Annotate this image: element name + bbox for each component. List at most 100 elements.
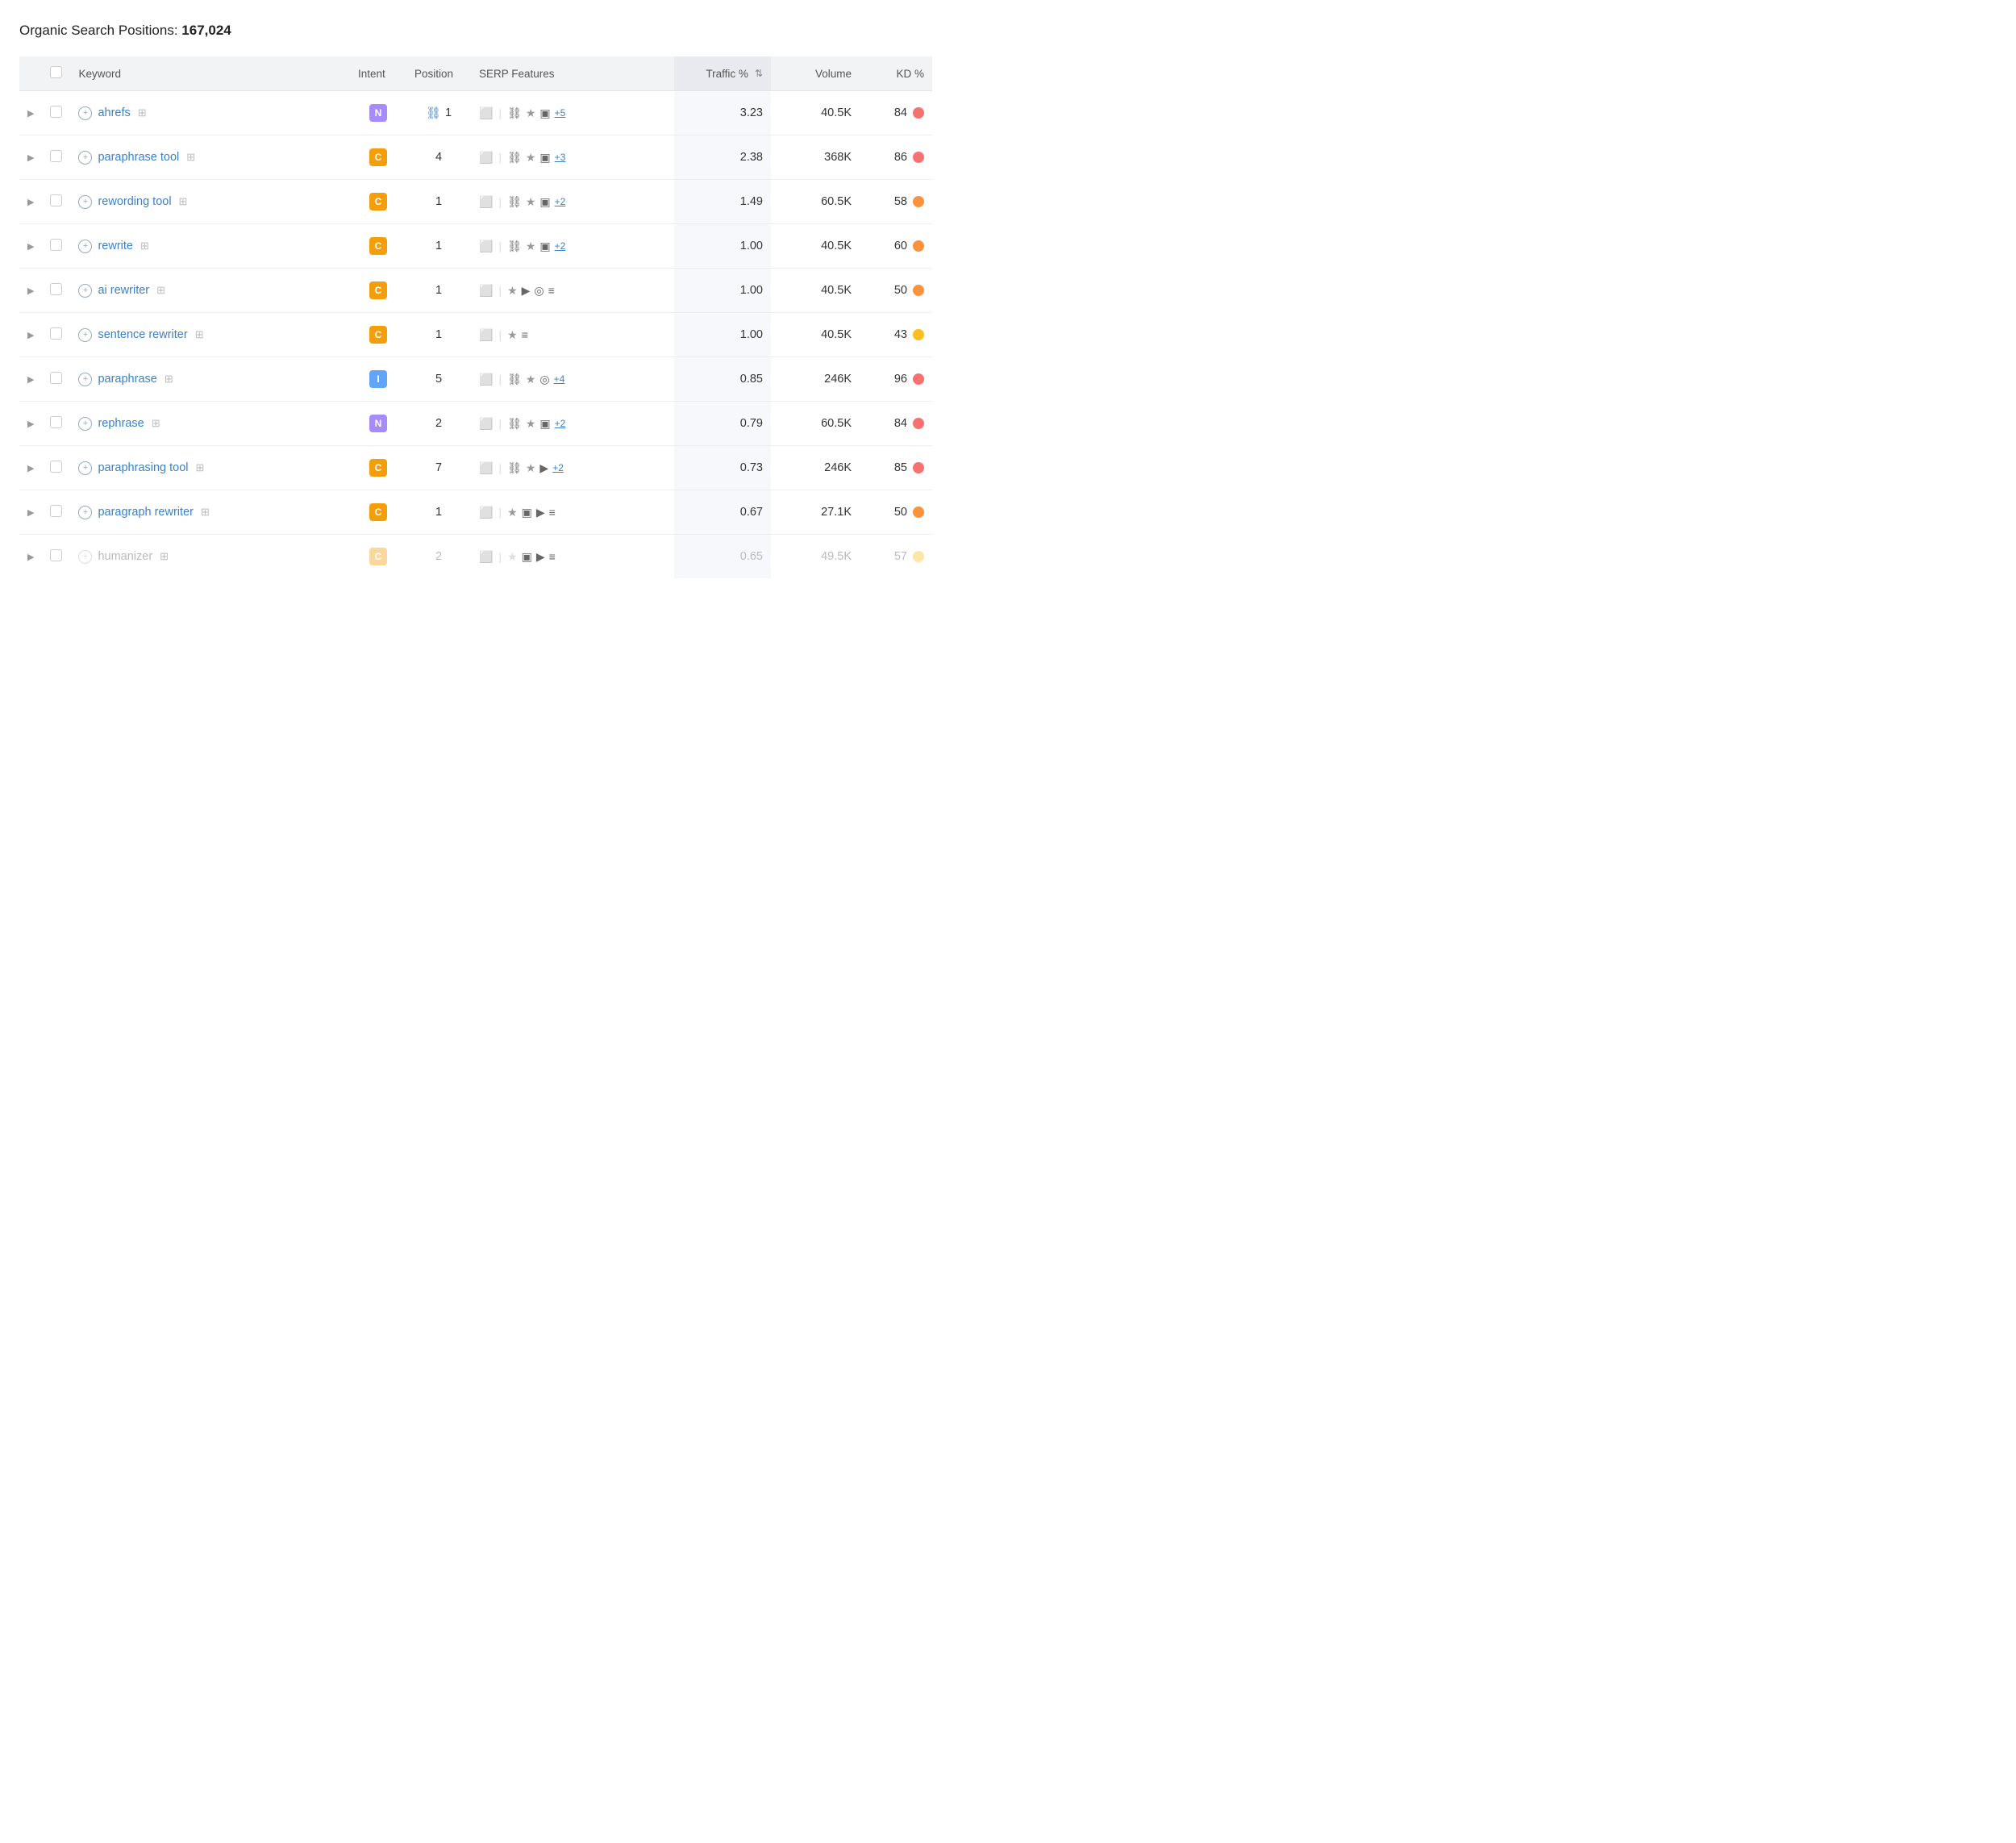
th-traffic[interactable]: Traffic % ⇅ <box>674 56 771 91</box>
traffic-value: 0.65 <box>740 550 763 563</box>
copy-icon[interactable]: ⊞ <box>152 417 160 430</box>
serp-more[interactable]: +2 <box>555 196 566 207</box>
volume-cell: 60.5K <box>771 402 860 446</box>
keyword-link[interactable]: rephrase <box>98 417 144 430</box>
row-checkbox[interactable] <box>50 327 62 340</box>
keyword-link[interactable]: paragraph rewriter <box>98 506 193 519</box>
expand-button[interactable]: ▶ <box>27 286 34 296</box>
position-value: 7 <box>435 461 442 474</box>
keyword-add-icon[interactable]: + <box>78 195 92 209</box>
traffic-value: 2.38 <box>740 151 763 164</box>
row-checkbox[interactable] <box>50 194 62 206</box>
serp-more[interactable]: +4 <box>554 373 565 385</box>
row-checkbox[interactable] <box>50 106 62 118</box>
copy-icon[interactable]: ⊞ <box>138 106 147 119</box>
keyword-add-icon[interactable]: + <box>78 106 92 120</box>
table-row: ▶ + paraphrase tool ⊞ C 4 ⬜|⛓★▣+3 <box>19 136 932 180</box>
expand-button[interactable]: ▶ <box>27 419 34 429</box>
th-expand <box>19 56 42 91</box>
row-checkbox[interactable] <box>50 283 62 295</box>
expand-button[interactable]: ▶ <box>27 108 34 119</box>
volume-value: 60.5K <box>821 417 852 430</box>
row-checkbox[interactable] <box>50 372 62 384</box>
keyword-add-icon[interactable]: + <box>78 417 92 431</box>
copy-icon[interactable]: ⊞ <box>165 373 173 386</box>
keyword-add-icon[interactable]: + <box>78 240 92 253</box>
kd-cell: 96 <box>860 357 932 402</box>
row-checkbox[interactable] <box>50 416 62 428</box>
keyword-link[interactable]: paraphrasing tool <box>98 461 188 474</box>
volume-value: 40.5K <box>821 106 852 119</box>
serp-cell: ⬜|⛓★◎+4 <box>471 357 674 402</box>
copy-icon[interactable]: ⊞ <box>140 240 149 252</box>
expand-button[interactable]: ▶ <box>27 197 34 207</box>
keyword-add-icon[interactable]: + <box>78 506 92 519</box>
kd-cell: 50 <box>860 490 932 535</box>
row-checkbox[interactable] <box>50 549 62 561</box>
row-checkbox[interactable] <box>50 150 62 162</box>
keyword-cell: + ahrefs ⊞ <box>70 91 350 136</box>
kd-dot <box>913 329 924 340</box>
row-checkbox[interactable] <box>50 239 62 251</box>
serp-cell: ⬜|⛓★▶+2 <box>471 446 674 490</box>
copy-icon[interactable]: ⊞ <box>160 550 169 563</box>
copy-icon[interactable]: ⊞ <box>201 506 210 519</box>
serp-more[interactable]: +2 <box>555 418 566 429</box>
keyword-link[interactable]: rewording tool <box>98 195 171 208</box>
expand-button[interactable]: ▶ <box>27 241 34 252</box>
keyword-link[interactable]: paraphrase <box>98 373 156 386</box>
keyword-add-icon[interactable]: + <box>78 373 92 386</box>
volume-value: 27.1K <box>821 506 852 519</box>
keyword-link[interactable]: rewrite <box>98 240 133 252</box>
keyword-link[interactable]: paraphrase tool <box>98 151 179 164</box>
row-checkbox[interactable] <box>50 505 62 517</box>
expand-button[interactable]: ▶ <box>27 374 34 385</box>
keyword-link[interactable]: sentence rewriter <box>98 328 187 341</box>
volume-cell: 368K <box>771 136 860 180</box>
table-row: ▶ + humanizer ⊞ C 2 ⬜|★▣▶≡ 0.6 <box>19 535 932 579</box>
expand-button[interactable]: ▶ <box>27 552 34 562</box>
copy-icon[interactable]: ⊞ <box>195 328 204 341</box>
keyword-add-icon[interactable]: + <box>78 284 92 298</box>
row-checkbox[interactable] <box>50 461 62 473</box>
expand-button[interactable]: ▶ <box>27 152 34 163</box>
keyword-add-icon[interactable]: + <box>78 151 92 165</box>
copy-icon[interactable]: ⊞ <box>186 151 195 164</box>
kd-value: 60 <box>894 240 907 252</box>
table-row: ▶ + ahrefs ⊞ N ⛓ 1 ⬜|⛓★▣+5 3.23 <box>19 91 932 136</box>
expand-button[interactable]: ▶ <box>27 463 34 473</box>
intent-badge: C <box>369 459 387 477</box>
expand-button[interactable]: ▶ <box>27 507 34 518</box>
traffic-value: 3.23 <box>740 106 763 119</box>
serp-more[interactable]: +2 <box>552 462 564 473</box>
volume-cell: 246K <box>771 446 860 490</box>
volume-cell: 246K <box>771 357 860 402</box>
serp-cell: ⬜|⛓★▣+2 <box>471 180 674 224</box>
serp-more[interactable]: +2 <box>555 240 566 252</box>
copy-icon[interactable]: ⊞ <box>156 284 165 297</box>
copy-icon[interactable]: ⊞ <box>196 461 205 474</box>
traffic-filter-icon[interactable]: ⇅ <box>755 68 763 79</box>
traffic-value: 0.79 <box>740 417 763 430</box>
keyword-add-icon[interactable]: + <box>78 461 92 475</box>
intent-cell: C <box>350 535 406 579</box>
serp-more[interactable]: +5 <box>555 107 566 119</box>
position-link-icon: ⛓ <box>426 106 441 120</box>
keyword-add-icon[interactable]: + <box>78 550 92 564</box>
keyword-link[interactable]: ahrefs <box>98 106 130 119</box>
keyword-link[interactable]: humanizer <box>98 550 152 563</box>
keyword-link[interactable]: ai rewriter <box>98 284 149 297</box>
th-kd[interactable]: KD % <box>860 56 932 91</box>
volume-value: 40.5K <box>821 328 852 341</box>
copy-icon[interactable]: ⊞ <box>179 195 188 208</box>
kd-cell: 50 <box>860 269 932 313</box>
intent-cell: N <box>350 91 406 136</box>
kd-dot <box>913 107 924 119</box>
keyword-cell: + paragraph rewriter ⊞ <box>70 490 350 535</box>
intent-badge: C <box>369 281 387 299</box>
select-all-checkbox[interactable] <box>50 66 62 78</box>
keyword-add-icon[interactable]: + <box>78 328 92 342</box>
expand-button[interactable]: ▶ <box>27 330 34 340</box>
th-volume[interactable]: Volume <box>771 56 860 91</box>
serp-more[interactable]: +3 <box>555 152 566 163</box>
